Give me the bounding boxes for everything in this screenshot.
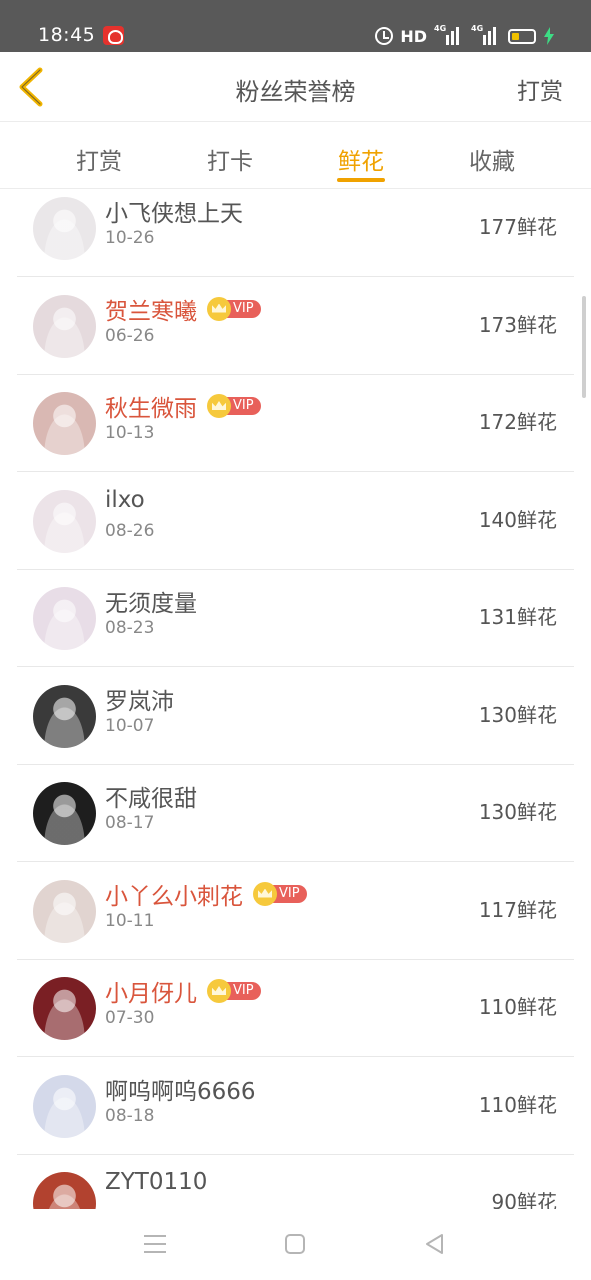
fan-name: 秋生微雨 VIP <box>105 389 261 423</box>
fan-list-item[interactable]: 小飞侠想上天 10-26 177鲜花 <box>17 189 574 277</box>
signal-icon: 4G <box>434 24 464 45</box>
status-time: 18:45 <box>38 24 96 46</box>
charging-icon <box>543 27 555 45</box>
fan-name: 不咸很甜 <box>105 779 197 813</box>
fan-list: 小飞侠想上天 10-26 177鲜花贺兰寒曦 VIP 06-26 173鲜花秋生微雨 VIP… <box>0 189 591 1209</box>
tab-checkin[interactable]: 打卡 <box>190 142 270 176</box>
tab-reward[interactable]: 打赏 <box>59 142 139 176</box>
fan-name: 贺兰寒曦 VIP <box>105 292 261 326</box>
status-bar: 18:45 HD 4G 4G <box>0 0 591 52</box>
reward-button[interactable]: 打赏 <box>517 72 563 106</box>
fan-date: 07-30 <box>105 1008 155 1028</box>
fan-list-item[interactable]: ilxo 08-26 140鲜花 <box>17 473 574 570</box>
vip-badge: VIP <box>253 881 307 906</box>
fan-name: 罗岚沛 <box>105 682 174 716</box>
status-indicators: HD 4G 4G <box>375 24 555 47</box>
fan-name-text: ilxo <box>105 486 145 513</box>
avatar[interactable] <box>33 294 96 358</box>
flower-count: 110鲜花 <box>478 1092 557 1117</box>
avatar[interactable] <box>33 392 96 455</box>
flower-count: 117鲜花 <box>478 897 557 922</box>
flower-count: 110鲜花 <box>478 995 557 1019</box>
fan-name: 小飞侠想上天 <box>105 194 243 228</box>
home-icon[interactable] <box>285 1234 305 1254</box>
fan-list-item[interactable]: 无须度量 08-23 131鲜花 <box>17 570 574 667</box>
tab-flowers[interactable]: 鲜花 <box>321 142 401 176</box>
fan-list-item[interactable]: ZYT0110 90鲜花 <box>17 1155 574 1209</box>
fan-date: 08-26 <box>105 520 155 541</box>
fan-name-text: ZYT0110 <box>105 1169 208 1195</box>
fan-name-text: 贺兰寒曦 <box>105 298 197 325</box>
flower-count: 172鲜花 <box>478 410 557 434</box>
app-notification-icon <box>103 26 124 45</box>
avatar[interactable] <box>33 197 96 260</box>
fan-list-item[interactable]: 小丫么小刺花 VIP 10-11 117鲜花 <box>17 863 574 960</box>
flower-count: 131鲜花 <box>478 605 557 629</box>
fan-list-item[interactable]: 罗岚沛 10-07 130鲜花 <box>17 668 574 765</box>
avatar[interactable] <box>33 782 96 845</box>
fan-name-text: 罗岚沛 <box>105 688 174 715</box>
fan-list-item[interactable]: 贺兰寒曦 VIP 06-26 173鲜花 <box>17 278 574 375</box>
fan-date: 10-11 <box>105 910 155 931</box>
fan-date: 08-23 <box>105 618 155 638</box>
crown-icon <box>207 979 231 1003</box>
flower-count: 130鲜花 <box>478 702 557 727</box>
scrollbar[interactable] <box>582 296 586 398</box>
tab-favorites[interactable]: 收藏 <box>452 142 532 176</box>
fan-name-text: 无须度量 <box>105 591 197 617</box>
fan-name-text: 不咸很甜 <box>105 786 197 812</box>
fan-name: 小月伢儿 VIP <box>105 974 261 1008</box>
fan-name: 啊呜啊呜6666 <box>105 1072 256 1106</box>
app-header: 粉丝荣誉榜 打赏 <box>0 52 591 122</box>
avatar[interactable] <box>33 587 96 650</box>
avatar[interactable] <box>33 489 96 553</box>
active-tab-indicator <box>337 178 385 182</box>
fan-name-text: 秋生微雨 <box>105 396 197 422</box>
page-title: 粉丝荣誉榜 <box>235 78 356 106</box>
fan-name: 无须度量 <box>105 584 197 618</box>
tab-bar: 打赏 打卡 鲜花 收藏 <box>0 122 591 189</box>
alarm-icon <box>375 27 394 45</box>
flower-count: 173鲜花 <box>478 312 557 337</box>
fan-name-text: 小月伢儿 <box>105 981 197 1007</box>
avatar[interactable] <box>33 879 96 943</box>
fan-date: 06-26 <box>105 325 155 346</box>
flower-count: 130鲜花 <box>478 800 557 824</box>
fan-date: 10-26 <box>105 228 155 248</box>
fan-name-text: 小丫么小刺花 <box>105 883 243 910</box>
vip-badge: VIP <box>207 296 261 321</box>
flower-count: 140鲜花 <box>478 507 557 532</box>
signal-icon: 4G <box>471 24 501 45</box>
fan-name: 小丫么小刺花 VIP <box>105 877 307 911</box>
crown-icon <box>207 394 231 418</box>
fan-list-item[interactable]: 啊呜啊呜6666 08-18 110鲜花 <box>17 1058 574 1155</box>
fan-list-item[interactable]: 小月伢儿 VIP 07-30 110鲜花 <box>17 960 574 1057</box>
hd-indicator: HD <box>400 26 427 46</box>
fan-name-text: 啊呜啊呜6666 <box>105 1078 256 1105</box>
system-nav-bar <box>0 1209 591 1280</box>
flower-count: 90鲜花 <box>491 1190 557 1209</box>
vip-badge: VIP <box>207 394 261 418</box>
fan-date: 10-07 <box>105 715 155 736</box>
fan-date: 10-13 <box>105 423 155 443</box>
avatar[interactable] <box>33 1074 96 1138</box>
fan-list-item[interactable]: 不咸很甜 08-17 130鲜花 <box>17 765 574 862</box>
battery-icon <box>508 28 536 44</box>
menu-icon[interactable] <box>144 1235 166 1253</box>
vip-badge: VIP <box>207 979 261 1003</box>
fan-name-text: 小飞侠想上天 <box>105 201 243 227</box>
avatar[interactable] <box>33 684 96 748</box>
back-triangle-icon[interactable] <box>423 1232 447 1256</box>
avatar[interactable] <box>33 1172 96 1209</box>
fan-date: 08-17 <box>105 813 155 833</box>
fan-name: ilxo <box>105 487 145 513</box>
crown-icon <box>253 881 277 906</box>
fan-list-item[interactable]: 秋生微雨 VIP 10-13 172鲜花 <box>17 375 574 472</box>
fan-date: 08-18 <box>105 1105 155 1126</box>
crown-icon <box>207 296 231 321</box>
avatar[interactable] <box>33 977 96 1040</box>
flower-count: 177鲜花 <box>478 215 557 239</box>
fan-name: ZYT0110 <box>105 1169 207 1195</box>
